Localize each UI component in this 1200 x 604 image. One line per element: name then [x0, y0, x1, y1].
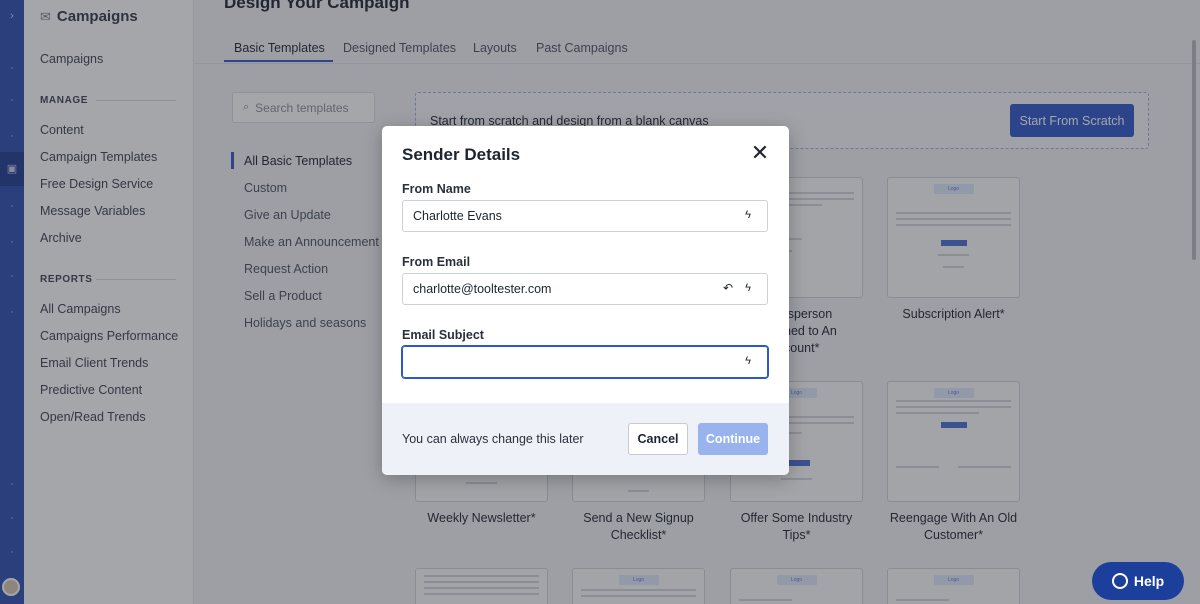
footer-note: You can always change this later	[402, 432, 584, 446]
chat-bubble-icon	[1111, 573, 1128, 589]
close-icon[interactable]: ✕	[749, 142, 771, 164]
email-subject-field[interactable]: ϟ	[402, 346, 768, 378]
lightning-icon[interactable]: ϟ	[745, 355, 751, 367]
help-label: Help	[1133, 573, 1165, 589]
lightning-icon[interactable]: ϟ	[745, 282, 751, 294]
dialog-title: Sender Details	[402, 145, 521, 164]
continue-button[interactable]: Continue	[698, 423, 768, 455]
from-email-value: charlotte@tooltester.com	[413, 282, 552, 296]
dialog-footer: You can always change this later Cancel …	[382, 403, 789, 475]
sender-details-dialog: Sender Details ✕ From Name Charlotte Eva…	[382, 126, 789, 475]
cancel-button[interactable]: Cancel	[628, 423, 688, 455]
from-name-label: From Name	[402, 182, 471, 196]
from-name-value: Charlotte Evans	[413, 209, 502, 223]
help-button[interactable]: Help	[1092, 562, 1184, 600]
lightning-icon[interactable]: ϟ	[745, 209, 751, 221]
reply-icon[interactable]: ↶	[723, 281, 733, 295]
email-subject-label: Email Subject	[402, 328, 484, 342]
from-name-field[interactable]: Charlotte Evans ϟ	[402, 200, 768, 232]
from-email-field[interactable]: charlotte@tooltester.com ↶ ϟ	[402, 273, 768, 305]
from-email-label: From Email	[402, 255, 471, 269]
